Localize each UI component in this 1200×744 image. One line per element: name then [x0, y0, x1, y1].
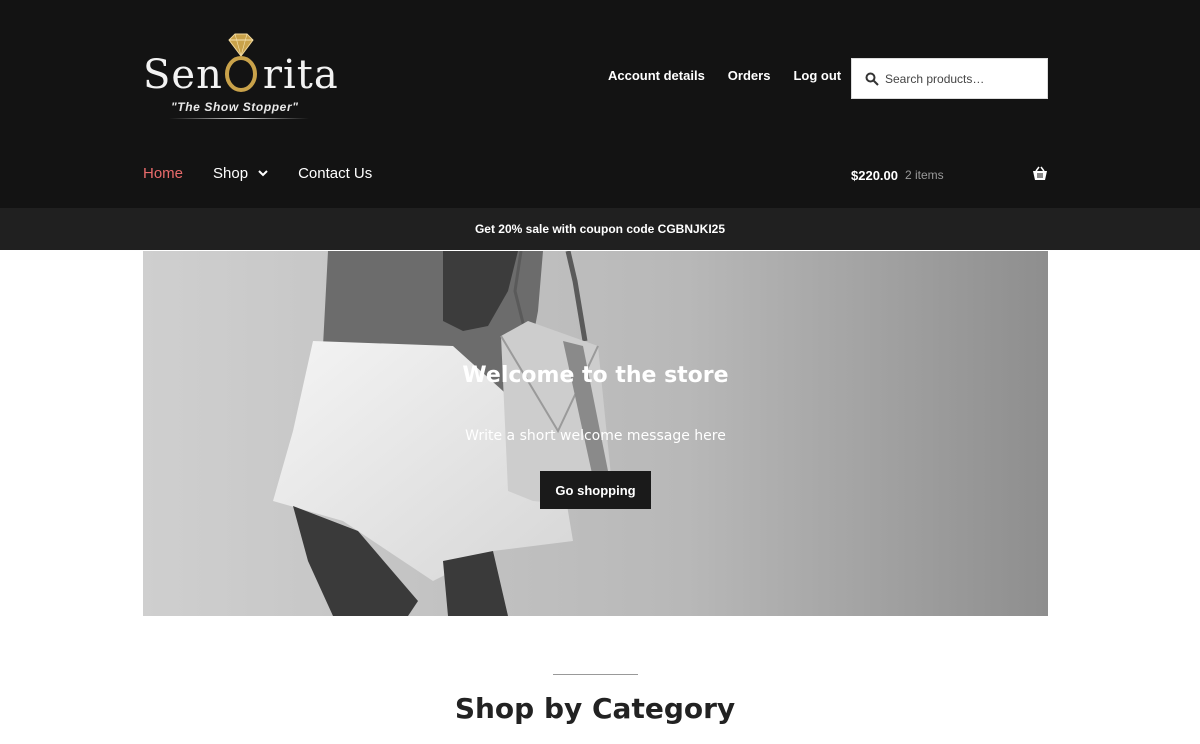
logo-underline [169, 118, 309, 119]
hero-banner: Welcome to the store Write a short welco… [143, 251, 1048, 616]
product-search [851, 58, 1048, 99]
section-divider [553, 674, 638, 675]
search-icon [865, 72, 879, 86]
coupon-notice-bar: Get 20% sale with coupon code CGBNJKI25 [0, 208, 1200, 250]
nav-item-home[interactable]: Home [143, 165, 183, 182]
section-title-shop-by-category: Shop by Category [454, 692, 736, 725]
logo-tagline: "The Show Stopper" [171, 100, 299, 114]
cart-count: 2 items [905, 168, 944, 182]
diamond-ring-icon [225, 33, 257, 92]
search-input[interactable] [885, 71, 1035, 86]
site-header: Sen rita "The Show Stopper" Account detai… [0, 0, 1200, 208]
nav-item-contact-us[interactable]: Contact Us [298, 165, 372, 182]
cart-summary[interactable]: $220.00 2 items [851, 165, 1048, 185]
nav-link-log-out[interactable]: Log out [793, 68, 841, 83]
coupon-notice-text: Get 20% sale with coupon code CGBNJKI25 [474, 222, 726, 236]
go-shopping-button[interactable]: Go shopping [540, 471, 651, 509]
hero-title: Welcome to the store [462, 363, 729, 388]
hero-welcome-message: Write a short welcome message here [465, 428, 726, 444]
nav-item-shop[interactable]: Shop [213, 165, 268, 182]
account-nav: Account details Orders Log out [608, 68, 841, 83]
cart-amount: $220.00 [851, 167, 898, 183]
nav-link-account-details[interactable]: Account details [608, 68, 705, 83]
basket-icon [1033, 166, 1047, 180]
nav-item-shop-label: Shop [213, 165, 249, 182]
primary-nav: Home Shop Contact Us [143, 165, 372, 182]
chevron-down-icon[interactable] [258, 170, 268, 177]
nav-link-orders[interactable]: Orders [728, 68, 771, 83]
site-logo[interactable]: Sen rita "The Show Stopper" [143, 32, 343, 124]
